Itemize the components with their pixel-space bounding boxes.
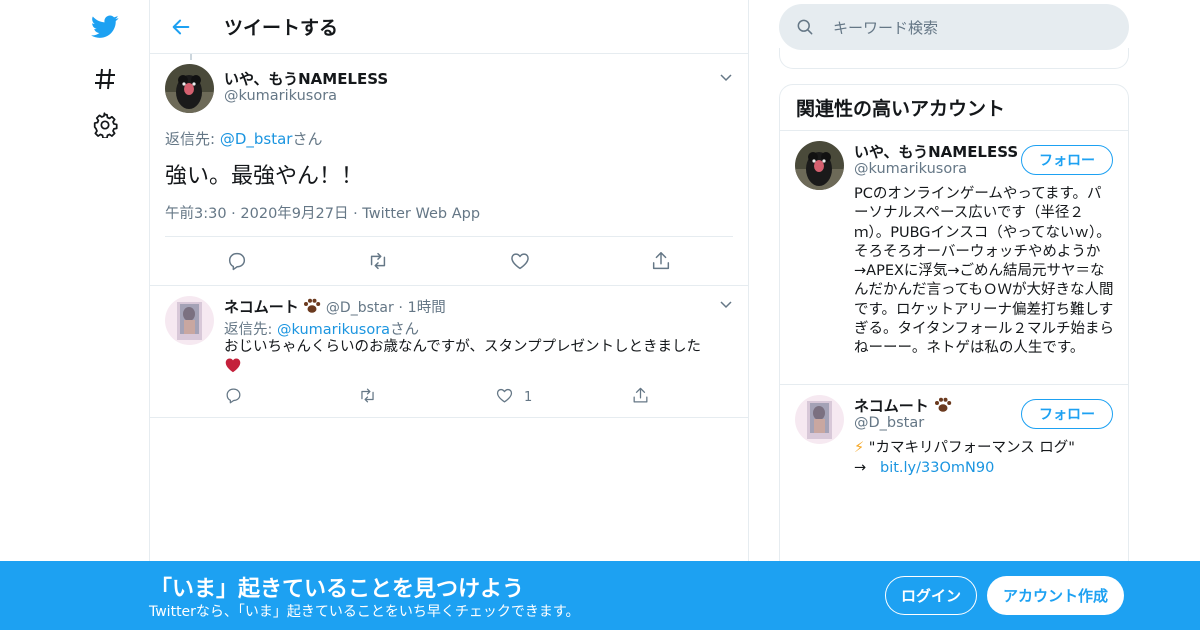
lightning-icon: ⚡: [854, 440, 865, 456]
like-count: 1: [524, 390, 533, 405]
reply-icon: [226, 250, 248, 276]
reply-prefix: 返信先:: [165, 130, 220, 148]
like-button[interactable]: [509, 250, 531, 276]
search-icon: [795, 17, 815, 37]
share-icon: [650, 250, 672, 276]
thread-line: [190, 54, 192, 60]
reply-suffix: さん: [292, 130, 323, 148]
signup-banner: 「いま」起きていることを見つけよう Twitterなら、「いま」起きていることを…: [0, 561, 1200, 630]
account-card[interactable]: いや、もうNAMELESS @kumarikusora フォロー PCのオンライ…: [780, 131, 1128, 385]
share-button[interactable]: [631, 386, 650, 409]
retweet-icon: [367, 250, 389, 276]
meta-separator: ·: [398, 300, 403, 316]
paw-icon: [303, 298, 321, 318]
arrow-text: →: [854, 460, 867, 476]
chevron-down-icon[interactable]: [718, 69, 734, 85]
reply-icon: [224, 386, 243, 409]
like-button[interactable]: 1: [495, 386, 532, 409]
bio-link[interactable]: bit.ly/33OmN90: [880, 460, 994, 476]
account-card[interactable]: ネコムート @D_bstar フォロー ⚡ "カマキリパフォーマンス ログ" →…: [780, 385, 1128, 573]
reply-suffix: さん: [390, 322, 420, 338]
twitter-logo-icon[interactable]: [90, 12, 120, 42]
back-arrow-icon[interactable]: [166, 12, 196, 42]
account-name[interactable]: いや、もうNAMELESS: [854, 141, 1018, 162]
reply-mention-link[interactable]: @D_bstar: [220, 130, 293, 148]
tweet-time[interactable]: 午前3:30: [165, 206, 227, 222]
hashtag-icon[interactable]: [90, 64, 120, 94]
share-button[interactable]: [650, 250, 672, 276]
reply-prefix: 返信先:: [224, 322, 277, 338]
paw-icon: [934, 397, 952, 417]
account-bio: ⚡ "カマキリパフォーマンス ログ" → bit.ly/33OmN90: [854, 438, 1116, 478]
main-column: ツイートする いや、もうNAMELESS @kumarikusora 返信先: …: [149, 0, 749, 630]
focal-tweet: いや、もうNAMELESS @kumarikusora 返信先: @D_bsta…: [150, 54, 748, 286]
account-name[interactable]: ネコムート: [854, 397, 929, 415]
account-handle[interactable]: @kumarikusora: [854, 161, 967, 177]
meta-separator: ·: [231, 206, 236, 222]
avatar[interactable]: [165, 296, 214, 345]
tweet-client: Twitter Web App: [362, 206, 481, 222]
follow-button[interactable]: フォロー: [1021, 145, 1113, 175]
red-heart-icon: [224, 357, 242, 379]
tweet-text: 強い。最強やん！！: [165, 164, 364, 189]
search-input[interactable]: キーワード検索: [833, 17, 938, 38]
avatar[interactable]: [165, 64, 214, 113]
follow-button[interactable]: フォロー: [1021, 399, 1113, 429]
bio-text: "カマキリパフォーマンス ログ": [868, 440, 1075, 456]
account-handle[interactable]: @D_bstar: [854, 415, 924, 431]
login-button[interactable]: ログイン: [885, 576, 977, 615]
chevron-down-icon[interactable]: [718, 296, 734, 312]
retweet-button[interactable]: [367, 250, 389, 276]
related-title: 関連性の高いアカウント: [780, 85, 1128, 131]
signup-button[interactable]: アカウント作成: [987, 576, 1124, 615]
search-bar[interactable]: キーワード検索: [779, 4, 1129, 50]
reply-context: 返信先: @kumarikusoraさん: [224, 318, 419, 339]
heart-outline-icon: [495, 386, 514, 409]
share-icon: [631, 386, 650, 409]
avatar[interactable]: [795, 141, 844, 190]
tweet-date[interactable]: 2020年9月27日: [240, 206, 348, 222]
reply-mention-link[interactable]: @kumarikusora: [277, 322, 390, 338]
banner-subtitle: Twitterなら、「いま」起きていることをいち早くチェックできます。: [149, 604, 580, 620]
banner-title: 「いま」起きていることを見つけよう: [150, 577, 525, 602]
reply-button[interactable]: [226, 250, 248, 276]
reply-tweet[interactable]: ネコムート @D_bstar · 1時間 返信先: @kumarikusoraさ…: [150, 286, 748, 418]
author-name[interactable]: いや、もうNAMELESS: [224, 68, 388, 89]
reply-text: おじいちゃんくらいのお歳なんですが、スタンププレゼントしときました: [224, 339, 702, 355]
reply-time[interactable]: 1時間: [408, 300, 446, 316]
reply-button[interactable]: [224, 386, 243, 409]
reply-context: 返信先: @D_bstarさん: [165, 128, 322, 149]
tweet-text: おじいちゃんくらいのお歳なんですが、スタンププレゼントしときました: [224, 338, 734, 379]
sidebar-card-edge: [779, 48, 1129, 69]
tweet-meta: 午前3:30 · 2020年9月27日 · Twitter Web App: [165, 202, 480, 223]
meta-separator: ·: [353, 206, 358, 222]
reply-header: ネコムート @D_bstar · 1時間: [224, 296, 446, 318]
avatar[interactable]: [795, 395, 844, 444]
author-handle[interactable]: @D_bstar: [326, 300, 394, 316]
account-name-row: ネコムート: [854, 395, 952, 417]
retweet-icon: [358, 386, 377, 409]
divider: [165, 236, 733, 237]
gear-icon[interactable]: [90, 110, 120, 140]
page-header: ツイートする: [150, 0, 748, 54]
account-bio: PCのオンラインゲームやってます。パーソナルスペース広いです（半径２ｍ）。PUB…: [854, 186, 1114, 357]
page-title: ツイートする: [224, 17, 339, 39]
related-accounts: 関連性の高いアカウント いや、もうNAMELESS @kumarikusora …: [779, 84, 1129, 574]
heart-outline-icon: [509, 250, 531, 276]
author-name[interactable]: ネコムート: [224, 298, 299, 316]
retweet-button[interactable]: [358, 386, 377, 409]
author-handle[interactable]: @kumarikusora: [224, 88, 337, 104]
